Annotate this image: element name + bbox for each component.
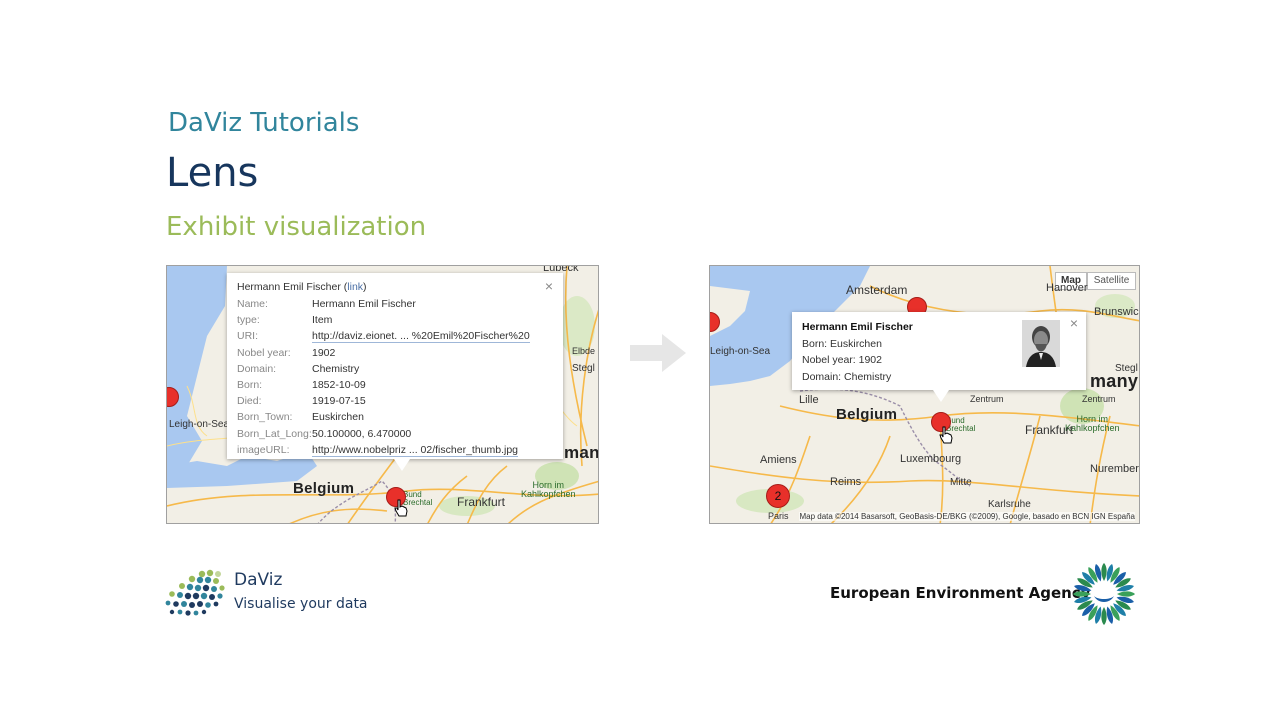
- map-label-frankfurt: Frankfurt: [1025, 423, 1074, 437]
- popup-field-row: URI: http://daviz.eionet. ... %20Emil%20F…: [237, 330, 530, 346]
- popup-field-key: Nobel year:: [237, 346, 291, 359]
- popup-domain: Domain: Chemistry: [802, 371, 892, 383]
- hand-cursor-icon: [394, 499, 408, 517]
- map-label-reims: Reims: [830, 476, 862, 488]
- popup-field-link[interactable]: http://daviz.eionet. ... %20Emil%20Fisch…: [312, 330, 530, 344]
- popup-field-value: 50.100000, 6.470000: [312, 427, 412, 440]
- popup-field-row: Born: 1852-10-09: [237, 379, 366, 395]
- popup-field-key: type:: [237, 314, 260, 327]
- map-label-mitte: Mitte: [950, 477, 972, 488]
- popup-nobel-year: Nobel year: 1902: [802, 354, 882, 366]
- map-label-amiens: Amiens: [760, 454, 797, 466]
- series-title: DaViz Tutorials: [168, 108, 360, 138]
- map-cluster-marker[interactable]: 2: [766, 484, 790, 508]
- slide-subtitle: Exhibit visualization: [166, 212, 427, 242]
- eea-logo: [1073, 563, 1135, 625]
- popup-heading-link[interactable]: link: [347, 281, 363, 293]
- popup-field-value: 1902: [312, 346, 336, 359]
- close-icon[interactable]: ×: [1070, 315, 1078, 331]
- popup-field-key: Name:: [237, 298, 268, 310]
- popup-field-row: Name: Hermann Emil Fischer: [237, 298, 416, 314]
- popup-field-key: Died:: [237, 395, 262, 408]
- map-label-leigh: Leigh-on-Sea: [710, 346, 771, 357]
- popup-field-key: imageURL:: [237, 443, 290, 456]
- map-label-paris: Paris: [768, 511, 789, 521]
- map-attribution: Map data ©2014 Basarsoft, GeoBasis-DE/BK…: [799, 512, 1135, 521]
- popup-field-link[interactable]: http://www.nobelpriz ... 02/fischer_thum…: [312, 443, 519, 457]
- popup-heading: Hermann Emil Fischer (link): [237, 281, 367, 293]
- popup-tail: [394, 459, 410, 471]
- popup-field-value: 1852-10-09: [312, 379, 366, 391]
- map-label-many: many: [564, 443, 599, 462]
- daviz-tagline: Visualise your data: [234, 596, 368, 612]
- popup-field-row: Born_Town: Euskirchen: [237, 411, 364, 427]
- popup-field-row: Born_Lat_Long:50.100000, 6.470000: [237, 428, 411, 444]
- map-label-luxembourg: Luxembourg: [900, 453, 962, 465]
- popup-tail: [933, 390, 949, 402]
- popup-field-row: Domain: Chemistry: [237, 363, 359, 379]
- cluster-count: 2: [774, 489, 782, 503]
- map-label-zentrum-1: Zentrum: [970, 394, 1004, 404]
- popup-field-key: Born_Town:: [237, 411, 293, 424]
- popup-field-row: imageURL: http://www.nobelpriz ... 02/fis…: [237, 443, 519, 460]
- hand-cursor-icon: [939, 426, 953, 444]
- daviz-brand-name: DaViz: [234, 570, 283, 590]
- portrait-thumbnail: [1022, 320, 1060, 367]
- map-label-hanover: Hanover: [1046, 282, 1088, 294]
- map-label-leigh: Leigh-on-Sea: [169, 419, 230, 430]
- map-label-nuremberg: Nuremberg: [1090, 463, 1140, 475]
- map-label-many: many: [1090, 371, 1139, 391]
- map-label-karlsruhe: Karlsruhe: [988, 499, 1031, 510]
- map-label-stegl: Stegl: [572, 363, 595, 374]
- left-map[interactable]: Lübeck Leigh-on-Sea Elbde Stegl Belgium …: [166, 265, 599, 524]
- popup-field-value: Item: [312, 314, 333, 327]
- info-popup: Hermann Emil Fischer (link) × Name: Herma…: [227, 273, 563, 471]
- popup-name: Hermann Emil Fischer: [802, 321, 913, 333]
- popup-field-key: Born_Lat_Long:: [237, 427, 312, 440]
- map-label-frankfurt: Frankfurt: [457, 495, 506, 509]
- eea-name: European Environment Agency: [830, 584, 1091, 602]
- popup-heading-name: Hermann Emil Fischer: [237, 281, 341, 293]
- popup-field-key: Born:: [237, 379, 263, 391]
- popup-field-value: Chemistry: [312, 362, 360, 375]
- map-label-horn: Horn im Kahlkopfchen: [1065, 414, 1120, 433]
- map-label-elbde: Elbde: [572, 346, 596, 356]
- popup-field-row: type: Item: [237, 314, 332, 330]
- map-label-horn: Horn im Kahlkopfchen: [521, 480, 576, 499]
- popup-field-value: Euskirchen: [312, 411, 364, 424]
- right-map[interactable]: Map Satellite Amsterdam Hanover Brunswic…: [709, 265, 1140, 524]
- popup-field-key: Domain:: [237, 362, 277, 375]
- daviz-logo: [165, 569, 225, 616]
- map-label-amsterdam: Amsterdam: [846, 283, 908, 297]
- info-popup: Hermann Emil Fischer Born: Euskirchen No…: [792, 312, 1086, 402]
- arrow-right-icon: [630, 334, 686, 372]
- map-label-belgium: Belgium: [836, 406, 898, 423]
- close-icon[interactable]: ×: [545, 278, 553, 294]
- map-type-satellite-button[interactable]: Satellite: [1087, 272, 1136, 290]
- popup-field-value: 1919-07-15: [312, 395, 366, 408]
- map-label-brunswick: Brunswick: [1094, 306, 1140, 318]
- map-label-belgium: Belgium: [293, 480, 355, 497]
- map-label-lille: Lille: [799, 394, 819, 406]
- slide-title: Lens: [166, 150, 259, 196]
- popup-field-key: URI:: [237, 330, 258, 343]
- popup-born: Born: Euskirchen: [802, 338, 882, 350]
- popup-field-value: Hermann Emil Fischer: [312, 298, 416, 310]
- popup-field-row: Nobel year: 1902: [237, 347, 335, 363]
- popup-field-row: Died: 1919-07-15: [237, 395, 366, 411]
- map-label-zentrum-2: Zentrum: [1082, 394, 1116, 404]
